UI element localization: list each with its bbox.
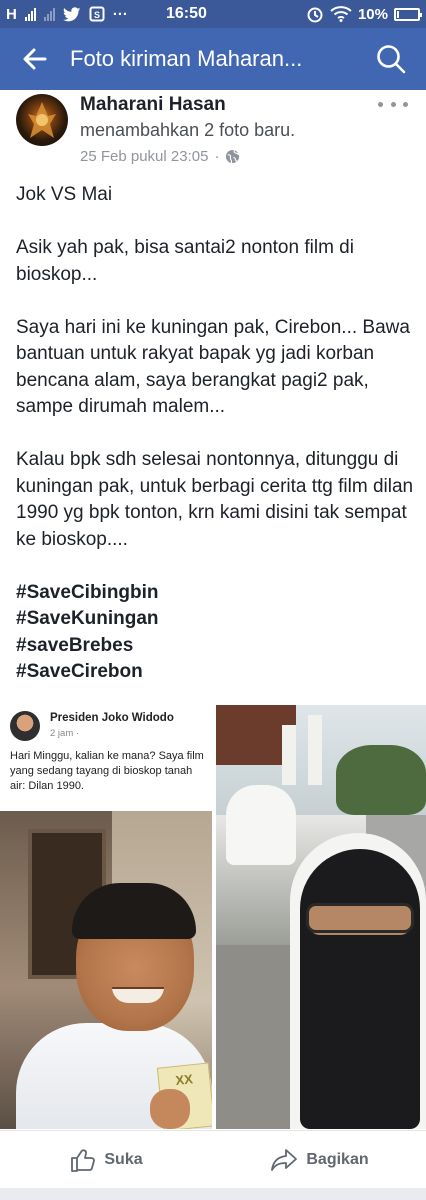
more-options-button[interactable] [378,96,408,112]
post-paragraph: Jok VS Mai [16,184,113,205]
app-bar: Foto kiriman Maharan... [0,28,426,90]
post-header: Maharani Hasan menambahkan 2 foto baru. … [0,90,426,170]
like-button[interactable]: Suka [0,1147,213,1173]
action-bar: Suka Bagikan [0,1130,426,1188]
post-action-text: menambahkan 2 foto baru. [80,120,296,140]
signal-icon [24,7,36,21]
back-button[interactable] [0,28,70,90]
like-label: Suka [104,1150,143,1168]
post-paragraph: Asik yah pak, bisa santai2 nonton film d… [16,237,354,285]
status-right: 10% [306,5,422,23]
photo-tree [336,745,426,815]
post-paragraph: Saya hari ini ke kuningan pak, Cirebon..… [16,316,410,418]
meta-separator: · [214,148,220,165]
photo-hand [150,1089,190,1129]
svg-text:S: S [94,10,100,20]
post-body: Jok VS Mai Asik yah pak, bisa santai2 no… [16,182,414,686]
hashtag-link[interactable]: #SaveCibingbin [16,580,414,607]
status-left: H S ··· [6,6,166,23]
battery-fill [397,10,399,18]
embed-text: Hari Minggu, kalian ke mana? Saya film y… [10,750,204,792]
status-bar: H S ··· 16:50 10% [0,0,426,28]
twitter-icon [62,6,81,21]
photo-flag [308,715,322,785]
post-paragraph: Kalau bpk sdh selesai nontonnya, ditungg… [16,449,414,550]
share-label: Bagikan [306,1150,369,1168]
screenshot-icon: S [89,6,105,22]
share-arrow-icon [271,1148,298,1171]
photo-glasses [306,903,414,933]
photo-flag [282,725,296,785]
share-button[interactable]: Bagikan [213,1148,426,1172]
globe-icon [226,149,240,164]
photo-niqab [300,849,420,1129]
wifi-icon [330,6,352,22]
photo-right[interactable] [216,705,426,1129]
hashtag-link[interactable]: #SaveKuningan [16,606,414,633]
post-meta: 25 Feb pukul 23:05 · [80,148,240,165]
avatar-emblem-icon [28,102,56,138]
embed-avatar [10,711,40,741]
photo-left[interactable]: Presiden Joko Widodo 2 jam · Hari Minggu… [0,705,212,1129]
photo-person-smile [112,987,164,1003]
hashtag-link[interactable]: #SaveCirebon [16,659,414,686]
hashtag-link[interactable]: #saveBrebes [16,633,414,660]
arrow-left-icon [23,48,47,70]
thumbs-up-icon [71,1148,96,1172]
alarm-icon [307,7,323,23]
photo-grid: Presiden Joko Widodo 2 jam · Hari Minggu… [0,705,426,1129]
photo-person-background [226,785,296,865]
embed-author-name: Presiden Joko Widodo [50,712,174,724]
battery-percent: 10% [357,5,388,23]
post-timestamp[interactable]: 25 Feb pukul 23:05 [80,148,208,165]
carrier-label: H [6,5,17,23]
avatar[interactable] [16,94,68,146]
search-icon [377,45,406,74]
more-options-icon [378,101,383,107]
more-notifications-indicator: ··· [112,5,128,23]
embed-photo: XX [0,811,212,1129]
status-time: 16:50 [166,5,207,22]
author-name[interactable]: Maharani Hasan [80,94,226,116]
embed-timestamp: 2 jam · [50,728,80,739]
signal-2-icon [43,7,55,21]
battery-icon [394,7,422,21]
search-button[interactable] [356,28,426,90]
page-title: Foto kiriman Maharan... [70,46,303,71]
ticket-text: XX [174,1071,194,1088]
bottom-divider [0,1188,426,1200]
